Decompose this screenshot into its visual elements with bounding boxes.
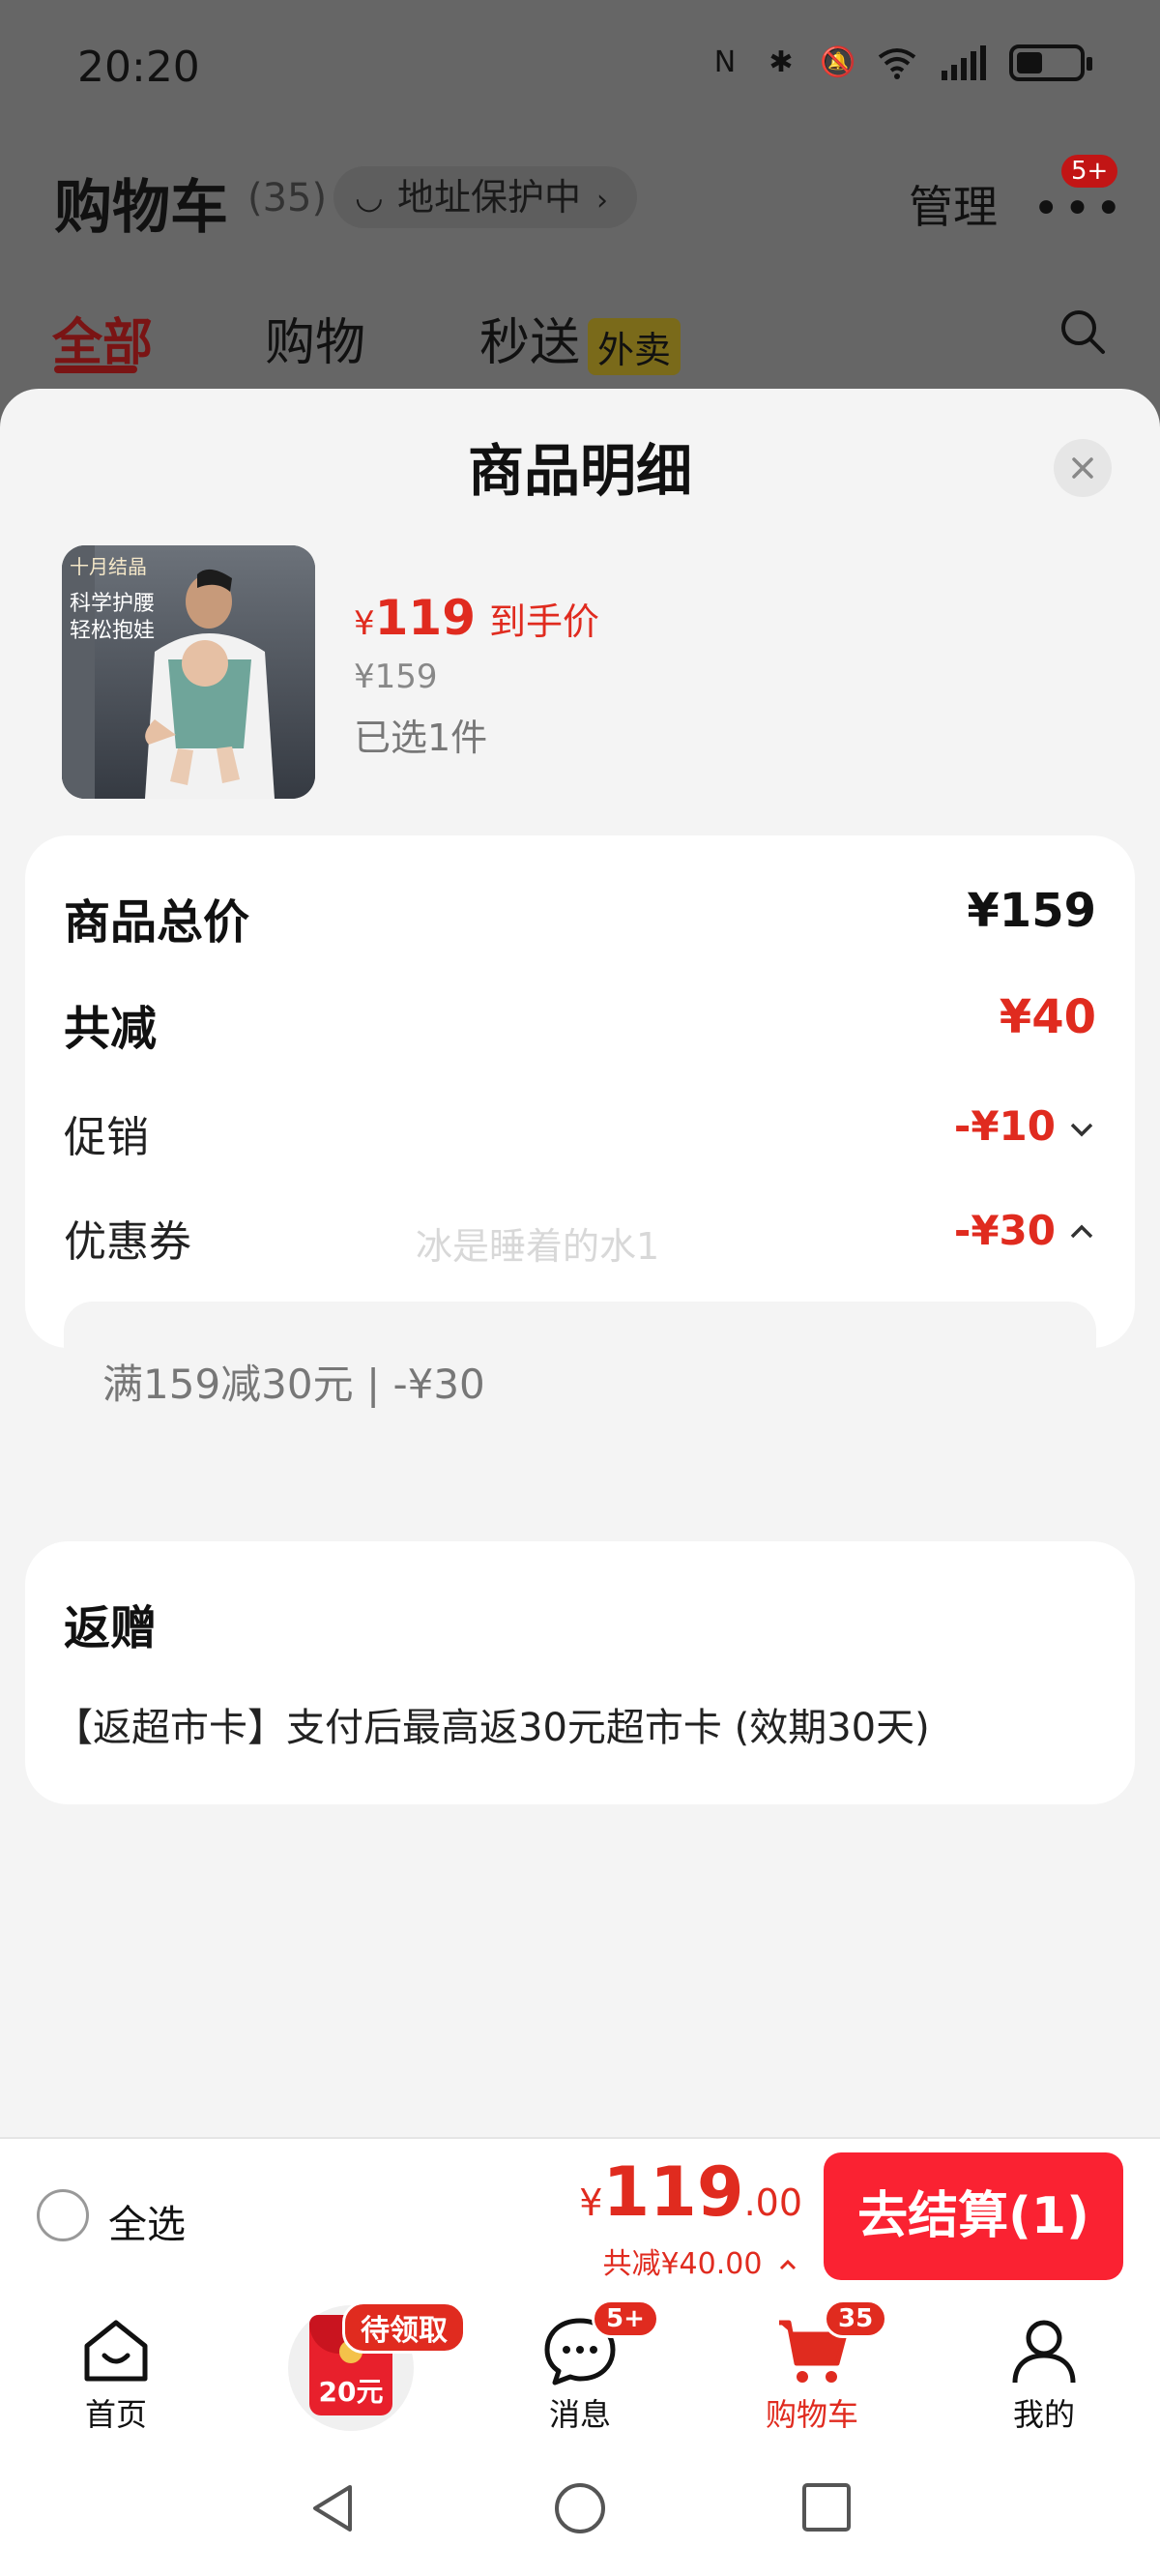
more-badge: 5+ (1061, 155, 1118, 188)
gift-card: 返赠 【返超市卡】支付后最高返30元超市卡 (效期30天) (25, 1541, 1135, 1804)
mute-icon: 🔕 (820, 45, 856, 79)
total-discount[interactable]: 共减¥40.00 (602, 2239, 798, 2282)
tab-home-label: 首页 (84, 2396, 147, 2433)
system-nav-bar (0, 2439, 1160, 2576)
manage-button[interactable]: 管理 (909, 172, 998, 236)
coupon-detail: 满159减30元 | -¥30 (64, 1302, 1096, 1456)
product-image[interactable]: 十月结晶 科学护腰 轻松抱娃 (62, 545, 315, 799)
total-price: ¥119.00 (579, 2152, 802, 2232)
home-circle-icon[interactable] (553, 2481, 607, 2535)
promotion-row[interactable]: 促销 -¥10 (64, 1102, 1096, 1162)
cart-title: 购物车 (54, 174, 228, 242)
select-all-checkbox[interactable] (37, 2189, 89, 2241)
promotion-value: -¥10 (953, 1102, 1056, 1150)
watermark: 冰是睡着的水1 (416, 1225, 660, 1268)
shield-icon: ◡ (355, 178, 384, 217)
tab-cart-label: 购物车 (765, 2396, 858, 2433)
final-price: ¥119 到手价 (354, 590, 599, 646)
close-button[interactable] (1054, 439, 1112, 497)
price-tag: 到手价 (489, 600, 600, 643)
price-breakdown-card: 商品总价 ¥159 共减 ¥40 促销 -¥10 优惠券 -¥30 满159减3… (25, 835, 1135, 1456)
selected-count: 已选1件 (354, 717, 488, 759)
tab-flash-delivery[interactable]: 秒送 外卖 (479, 302, 682, 375)
search-icon[interactable] (1058, 307, 1107, 356)
status-icons: N ✱ 🔕 (708, 44, 1092, 81)
total-price-label: 商品总价 (64, 895, 250, 950)
back-icon[interactable] (307, 2481, 358, 2535)
tab-flash-delivery-label: 秒送 (479, 314, 581, 372)
original-price: ¥159 (354, 658, 438, 696)
tab-me-label: 我的 (1012, 2396, 1075, 2433)
cart-badge: 35 (824, 2299, 888, 2338)
total-price-row: 商品总价 ¥159 (64, 884, 1096, 950)
reduced-label: 共减 (64, 1002, 158, 1056)
price-value: 119 (374, 590, 477, 646)
gift-text: 【返超市卡】支付后最高返30元超市卡 (效期30天) (54, 1706, 930, 1750)
bottom-tab-bar: 首页 消息 购物车 我的 (0, 2294, 1160, 2439)
cart-header: 购物车 (35) ◡ 地址保护中 › 管理 ••• 5+ (0, 155, 1160, 261)
close-icon (1072, 457, 1093, 479)
nfc-icon: N (713, 45, 737, 79)
total-price-value: ¥159 (967, 884, 1096, 938)
chevron-up-icon (779, 2259, 797, 2270)
total-price-decimal: .00 (743, 2181, 802, 2224)
tab-home[interactable]: 首页 (39, 2315, 193, 2435)
reduced-row: 共减 ¥40 (64, 990, 1096, 1056)
address-protect-label: 地址保护中 (397, 176, 582, 219)
tab-me[interactable]: 我的 (967, 2315, 1121, 2435)
messages-badge: 5+ (592, 2299, 659, 2338)
red-packet-amount: 20元 (318, 2376, 384, 2408)
address-protect-pill[interactable]: ◡ 地址保护中 › (334, 166, 638, 228)
signal-icon (942, 45, 986, 80)
status-time: 20:20 (77, 43, 200, 92)
wifi-icon (878, 48, 916, 79)
tab-messages-label: 消息 (548, 2396, 611, 2433)
checkout-bar: 全选 ¥119.00 共减¥40.00 去结算(1) (0, 2137, 1160, 2294)
tab-all[interactable]: 全部 (52, 302, 153, 374)
product-image-brand: 十月结晶 (70, 555, 147, 578)
coupon-detail-text: 满159减30元 | -¥30 (102, 1361, 485, 1408)
promotion-label: 促销 (64, 1113, 149, 1162)
coupon-label: 优惠券 (64, 1217, 191, 1267)
recents-icon[interactable] (800, 2481, 853, 2533)
product-photo (62, 545, 315, 799)
user-icon (1005, 2315, 1083, 2386)
chevron-right-icon: › (596, 184, 609, 218)
red-packet-badge: 待领取 (342, 2301, 466, 2354)
gift-title: 返赠 (64, 1601, 158, 1655)
more-icon[interactable]: ••• (1032, 182, 1126, 236)
product-image-caption-2: 轻松抱娃 (70, 619, 156, 643)
battery-icon (1009, 44, 1092, 81)
sheet-title: 商品明细 (467, 438, 692, 504)
total-price-symbol: ¥ (579, 2181, 603, 2224)
price-symbol: ¥ (354, 604, 375, 643)
takeout-tag: 外卖 (588, 317, 682, 375)
total-discount-text: 共减¥40.00 (602, 2247, 763, 2281)
chevron-up-icon[interactable] (1067, 1220, 1096, 1244)
checkout-button[interactable]: 去结算(1) (824, 2152, 1123, 2280)
reduced-value: ¥40 (999, 990, 1096, 1044)
status-bar: 20:20 N ✱ 🔕 (0, 0, 1160, 145)
bluetooth-icon: ✱ (768, 45, 794, 79)
select-all-label[interactable]: 全选 (108, 2193, 186, 2249)
total-price-integer: 119 (602, 2152, 744, 2232)
cart-tabs: 全部 购物 秒送 外卖 (0, 290, 1160, 387)
tab-shopping[interactable]: 购物 (265, 302, 365, 374)
chevron-down-icon[interactable] (1067, 1118, 1096, 1141)
cart-count: (35) (247, 176, 328, 220)
home-icon (77, 2315, 155, 2386)
coupon-value: -¥30 (953, 1207, 1056, 1254)
tab-underline (54, 366, 137, 373)
